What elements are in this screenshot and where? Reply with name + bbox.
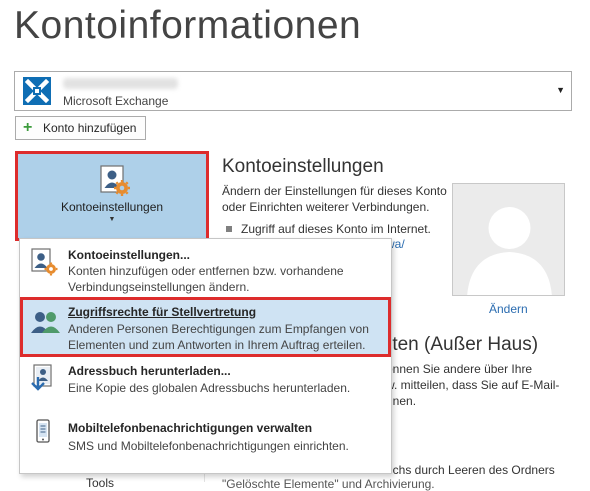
dropdown-arrow-icon[interactable]: ▼ (556, 85, 565, 95)
account-settings-button-label: Kontoeinstellungen (60, 200, 164, 214)
menu-item-download-address-book[interactable]: Adressbuch herunterladen... Eine Kopie d… (20, 358, 391, 413)
menu-item-title: Adressbuch herunterladen... (68, 364, 231, 378)
profile-photo (452, 183, 565, 296)
mobile-notifications-icon (30, 417, 58, 447)
account-settings-icon (30, 247, 58, 277)
menu-item-description: Anderen Personen Berechtigungen zum Empf… (68, 322, 369, 352)
change-photo-link[interactable]: Ändern (489, 302, 528, 316)
delegate-access-icon (30, 308, 60, 338)
tools-label: Tools (86, 476, 115, 490)
mailbox-cleanup-description-line2: "Gelöschte Elemente" und Archivierung. (222, 477, 435, 491)
mailbox-cleanup-description: uchs durch Leeren des Ordners (386, 463, 555, 477)
account-settings-button[interactable]: Kontoeinstellungen ▼ (15, 151, 209, 241)
account-selector[interactable]: Microsoft Exchange ▼ (14, 71, 572, 111)
plus-icon: + (23, 119, 33, 136)
out-of-office-description-line2: w. mitteilen, dass Sie auf E-Mail- (386, 378, 560, 392)
section-title-account-settings: Kontoeinstellungen (222, 156, 384, 177)
web-access-bullet: Zugriff auf dieses Konto im Internet. (226, 222, 431, 236)
menu-item-description: SMS und Mobiltelefonbenachrichtigungen e… (68, 439, 349, 453)
chevron-down-icon: ▼ (108, 216, 116, 223)
section-title-out-of-office: rten (Außer Haus) (386, 334, 539, 355)
menu-item-title: Kontoeinstellungen... (68, 248, 190, 262)
web-access-text: Zugriff auf dieses Konto im Internet. (241, 222, 431, 236)
menu-item-description: Eine Kopie des globalen Adressbuchs heru… (68, 381, 351, 395)
add-account-label: Konto hinzufügen (43, 121, 137, 135)
menu-item-mobile-notifications[interactable]: Mobiltelefonbenachrichtigungen verwalten… (20, 414, 391, 472)
out-of-office-description-line1: önnen Sie andere über Ihre (386, 362, 533, 376)
menu-item-description: Konten hinzufügen oder entfernen bzw. vo… (68, 264, 344, 294)
account-settings-dropdown-menu: Kontoeinstellungen... Konten hinzufügen … (19, 238, 392, 474)
download-address-book-icon (30, 361, 58, 391)
add-account-button[interactable]: + Konto hinzufügen (15, 116, 146, 140)
page-title: Kontoinformationen (14, 4, 362, 47)
exchange-icon (21, 75, 53, 107)
bullet-icon (226, 225, 232, 232)
account-name (63, 78, 178, 89)
section-description: Ändern der Einstellungen für dieses Kont… (222, 184, 447, 214)
menu-item-account-settings[interactable]: Kontoeinstellungen... Konten hinzufügen … (20, 244, 391, 297)
menu-item-delegate-access[interactable]: Zugriffsrechte für Stellvertretung Ander… (20, 297, 391, 357)
account-type: Microsoft Exchange (63, 94, 169, 108)
user-silhouette-icon (453, 184, 564, 295)
account-settings-icon (98, 164, 130, 196)
menu-item-title: Mobiltelefonbenachrichtigungen verwalten (68, 421, 313, 435)
menu-item-title: Zugriffsrechte für Stellvertretung (68, 305, 257, 319)
